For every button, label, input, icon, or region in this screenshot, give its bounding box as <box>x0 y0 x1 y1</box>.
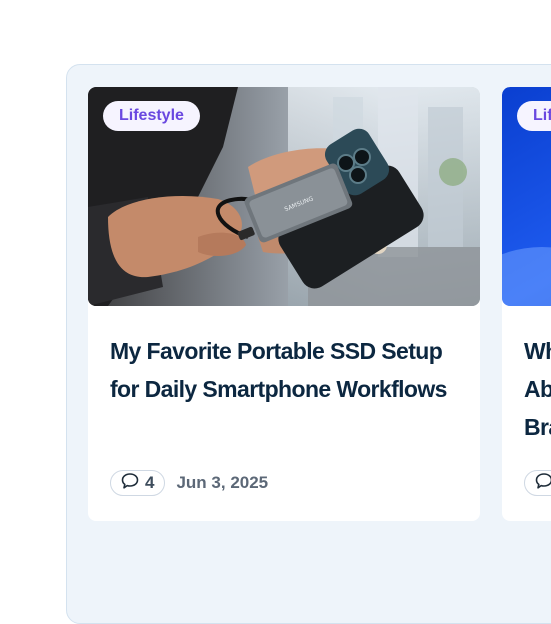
post-date: Jun 3, 2025 <box>176 473 269 492</box>
category-badge[interactable]: Lif <box>517 101 551 131</box>
speech-bubble-icon <box>121 472 139 495</box>
post-title-line: Ab <box>524 376 551 402</box>
post-meta: 4 Jun 3, 2025 <box>110 468 268 498</box>
post-thumbnail[interactable]: SAMSUNG Lifestyle <box>88 87 480 306</box>
post-thumbnail[interactable]: Lif <box>502 87 551 306</box>
post-title[interactable]: Wh Ab Bra <box>524 332 551 446</box>
post-meta <box>524 468 551 498</box>
comment-count-button[interactable]: 4 <box>110 470 166 496</box>
category-badge[interactable]: Lifestyle <box>103 101 200 131</box>
post-card[interactable]: Lif Wh Ab Bra <box>502 87 551 521</box>
post-title-line: Wh <box>524 338 551 364</box>
comment-count: 4 <box>145 473 155 492</box>
comment-count-button[interactable] <box>524 470 551 496</box>
post-title[interactable]: My Favorite Portable SSD Setup for Daily… <box>110 332 462 408</box>
post-title-line: Bra <box>524 414 551 440</box>
post-card[interactable]: SAMSUNG Lifestyle My Favorite Portable S… <box>88 87 480 521</box>
speech-bubble-icon <box>535 472 551 495</box>
post-carousel: SAMSUNG Lifestyle My Favorite Portable S… <box>66 64 551 624</box>
